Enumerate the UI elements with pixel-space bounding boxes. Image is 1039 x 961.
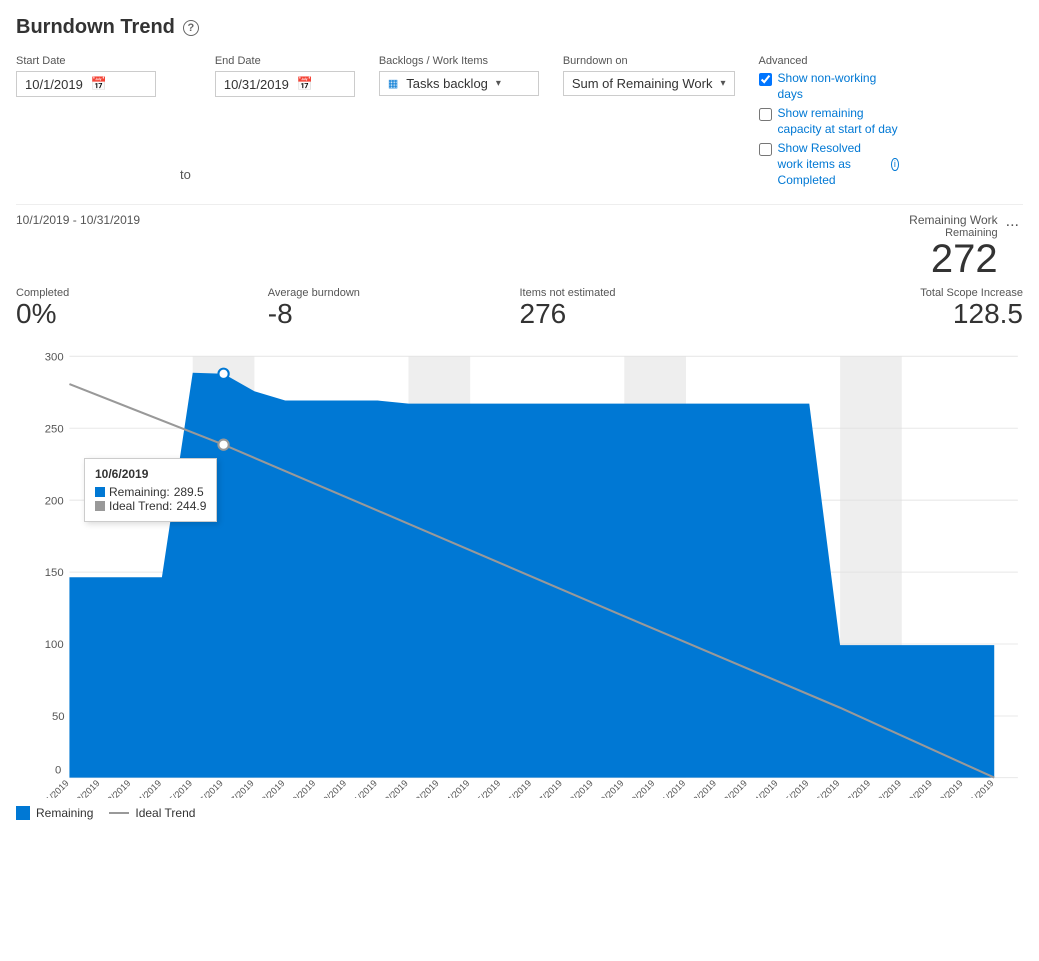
completed-stat: Completed 0% (16, 287, 268, 330)
start-date-label: Start Date (16, 55, 156, 67)
filters-row: Start Date 10/1/2019 📅 to End Date 10/31… (16, 55, 1023, 188)
show-resolved-label: Show Resolved work items as Completed (778, 141, 888, 188)
backlogs-label: Backlogs / Work Items (379, 55, 539, 67)
chart-header: 10/1/2019 - 10/31/2019 Remaining Work Re… (16, 213, 1023, 279)
title-text: Burndown Trend (16, 16, 175, 39)
page-title: Burndown Trend ? (16, 16, 1023, 39)
svg-text:10/2/2019: 10/2/2019 (66, 778, 102, 798)
chart-legend: Remaining Ideal Trend (16, 806, 1023, 820)
show-remaining-capacity-label: Show remaining capacity at start of day (778, 106, 899, 137)
avg-burndown-stat: Average burndown -8 (268, 287, 520, 330)
info-icon: i (891, 158, 898, 171)
chart-container: 300 250 200 150 100 50 0 (16, 338, 1023, 798)
start-date-input[interactable]: 10/1/2019 📅 (16, 71, 156, 97)
svg-text:200: 200 (45, 495, 64, 507)
svg-text:250: 250 (45, 423, 64, 435)
svg-text:50: 50 (52, 711, 65, 723)
svg-text:10/11/2019: 10/11/2019 (340, 778, 379, 798)
legend-remaining-label: Remaining (36, 806, 93, 820)
svg-text:10/8/2019: 10/8/2019 (251, 778, 287, 798)
legend-ideal-trend-swatch (109, 812, 129, 814)
show-nonworking-days-label: Show non-working days (778, 71, 899, 102)
x-axis: 10/1/2019 10/2/2019 10/3/2019 10/4/2019 … (35, 778, 996, 798)
show-resolved-checkbox[interactable] (759, 143, 772, 156)
advanced-label: Advanced (759, 55, 899, 67)
svg-text:10/5/2019: 10/5/2019 (158, 778, 194, 798)
stats-row: Completed 0% Average burndown -8 Items n… (16, 287, 1023, 330)
divider (16, 204, 1023, 205)
backlogs-value: Tasks backlog (406, 76, 488, 91)
show-remaining-capacity-checkbox[interactable] (759, 108, 772, 121)
svg-text:150: 150 (45, 567, 64, 579)
legend-ideal-trend: Ideal Trend (109, 806, 195, 820)
svg-text:300: 300 (45, 351, 64, 363)
remaining-work-value: 272 (931, 239, 998, 279)
chevron-down-icon: ▾ (496, 78, 501, 89)
avg-burndown-label: Average burndown (268, 287, 520, 299)
end-date-label: End Date (215, 55, 355, 67)
avg-burndown-value: -8 (268, 299, 520, 330)
end-date-value: 10/31/2019 (224, 77, 289, 92)
items-not-estimated-stat: Items not estimated 276 (520, 287, 772, 330)
date-range-label: 10/1/2019 - 10/31/2019 (16, 213, 140, 227)
chevron-down-icon-burndown: ▾ (721, 78, 726, 89)
svg-text:0: 0 (55, 764, 61, 776)
show-nonworking-days-checkbox[interactable] (759, 73, 772, 86)
items-not-est-value: 276 (520, 299, 772, 330)
burndown-chart-svg: 300 250 200 150 100 50 0 (16, 338, 1023, 798)
svg-text:10/1/2019: 10/1/2019 (35, 778, 71, 798)
advanced-section: Advanced Show non-working days Show rema… (759, 55, 899, 188)
end-date-group: End Date 10/31/2019 📅 (215, 55, 355, 97)
show-resolved-option[interactable]: Show Resolved work items as Completed i (759, 141, 899, 188)
backlogs-dropdown[interactable]: ▦ Tasks backlog ▾ (379, 71, 539, 96)
start-date-group: Start Date 10/1/2019 📅 (16, 55, 156, 97)
svg-text:100: 100 (45, 639, 64, 651)
burndown-on-dropdown[interactable]: Sum of Remaining Work ▾ (563, 71, 735, 96)
total-scope-stat: Total Scope Increase 128.5 (771, 287, 1023, 330)
legend-remaining: Remaining (16, 806, 93, 820)
show-nonworking-days-option[interactable]: Show non-working days (759, 71, 899, 102)
more-options-button[interactable]: ... (1002, 213, 1023, 231)
remaining-work-label: Remaining Work (909, 213, 997, 227)
remaining-work-box: Remaining Work Remaining 272 (909, 213, 997, 279)
svg-text:10/6/2019: 10/6/2019 (189, 778, 225, 798)
burndown-on-value: Sum of Remaining Work (572, 76, 713, 91)
burndown-on-group: Burndown on Sum of Remaining Work ▾ (563, 55, 735, 96)
to-label: to (180, 167, 191, 188)
remaining-point-1 (218, 369, 228, 379)
svg-text:10/3/2019: 10/3/2019 (96, 778, 132, 798)
end-date-input[interactable]: 10/31/2019 📅 (215, 71, 355, 97)
total-scope-value: 128.5 (771, 299, 1023, 330)
backlogs-group: Backlogs / Work Items ▦ Tasks backlog ▾ (379, 55, 539, 96)
start-date-value: 10/1/2019 (25, 77, 83, 92)
completed-value: 0% (16, 299, 268, 330)
svg-text:10/4/2019: 10/4/2019 (127, 778, 163, 798)
calendar-icon-end: 📅 (297, 76, 313, 92)
burndown-on-label: Burndown on (563, 55, 735, 67)
legend-remaining-swatch (16, 806, 30, 820)
calendar-icon: 📅 (91, 76, 107, 92)
help-icon[interactable]: ? (183, 20, 199, 36)
trend-point-1 (218, 440, 228, 450)
show-remaining-capacity-option[interactable]: Show remaining capacity at start of day (759, 106, 899, 137)
legend-ideal-trend-label: Ideal Trend (135, 806, 195, 820)
svg-text:10/7/2019: 10/7/2019 (220, 778, 256, 798)
svg-text:10/9/2019: 10/9/2019 (281, 778, 317, 798)
